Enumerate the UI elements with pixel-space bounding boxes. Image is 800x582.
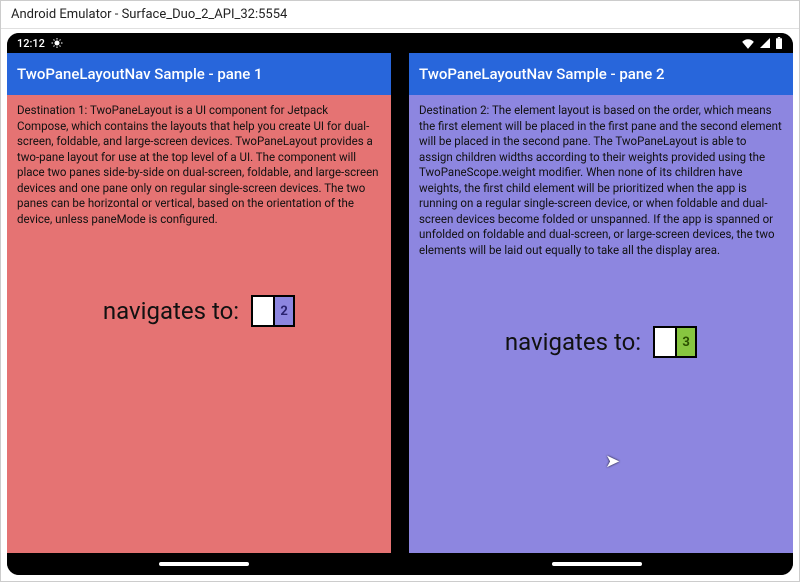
pane1-nav-row: navigates to: 2 — [7, 295, 391, 327]
pane1-title: TwoPaneLayoutNav Sample - pane 1 — [17, 65, 263, 83]
pane1-picker-empty[interactable] — [253, 297, 273, 325]
pane1-picker-target[interactable]: 2 — [273, 297, 293, 325]
pane1-nav-label: navigates to: — [103, 297, 239, 325]
android-navbar — [7, 553, 793, 575]
pane2-body: Destination 2: The element layout is bas… — [409, 95, 793, 553]
pane2-appbar: TwoPaneLayoutNav Sample - pane 2 — [409, 53, 793, 95]
pane2-nav-row: navigates to: 3 — [409, 326, 793, 358]
pane2-picker-empty[interactable] — [655, 328, 675, 356]
device-hinge — [391, 53, 409, 553]
nav-pill-right[interactable] — [552, 562, 642, 566]
pane2-picker-target[interactable]: 3 — [675, 328, 695, 356]
pane1-target-picker[interactable]: 2 — [251, 295, 295, 327]
pane1-description: Destination 1: TwoPaneLayout is a UI com… — [7, 95, 391, 235]
android-statusbar: 12:12 — [7, 33, 793, 53]
dual-pane-container: TwoPaneLayoutNav Sample - pane 1 Destina… — [7, 53, 793, 553]
statusbar-left: 12:12 — [17, 37, 63, 50]
pane2-target-picker[interactable]: 3 — [653, 326, 697, 358]
pane-2: TwoPaneLayoutNav Sample - pane 2 Destina… — [409, 53, 793, 553]
battery-icon — [775, 37, 783, 49]
pane2-nav-label: navigates to: — [505, 328, 641, 356]
nav-pill-left[interactable] — [159, 562, 249, 566]
debug-icon — [51, 37, 63, 49]
emulator-window: Android Emulator - Surface_Duo_2_API_32:… — [0, 0, 800, 582]
signal-icon — [759, 37, 771, 49]
pane-1: TwoPaneLayoutNav Sample - pane 1 Destina… — [7, 53, 391, 553]
statusbar-right — [741, 37, 783, 49]
window-titlebar: Android Emulator - Surface_Duo_2_API_32:… — [1, 1, 799, 29]
device-frame: 12:12 TwoPaneLayout — [7, 33, 793, 575]
pane1-appbar: TwoPaneLayoutNav Sample - pane 1 — [7, 53, 391, 95]
window-title: Android Emulator - Surface_Duo_2_API_32:… — [11, 7, 287, 22]
pane2-title: TwoPaneLayoutNav Sample - pane 2 — [419, 65, 665, 83]
statusbar-time: 12:12 — [17, 37, 45, 50]
pane1-body: Destination 1: TwoPaneLayout is a UI com… — [7, 95, 391, 553]
pane2-description: Destination 2: The element layout is bas… — [409, 95, 793, 266]
wifi-icon — [741, 37, 755, 49]
